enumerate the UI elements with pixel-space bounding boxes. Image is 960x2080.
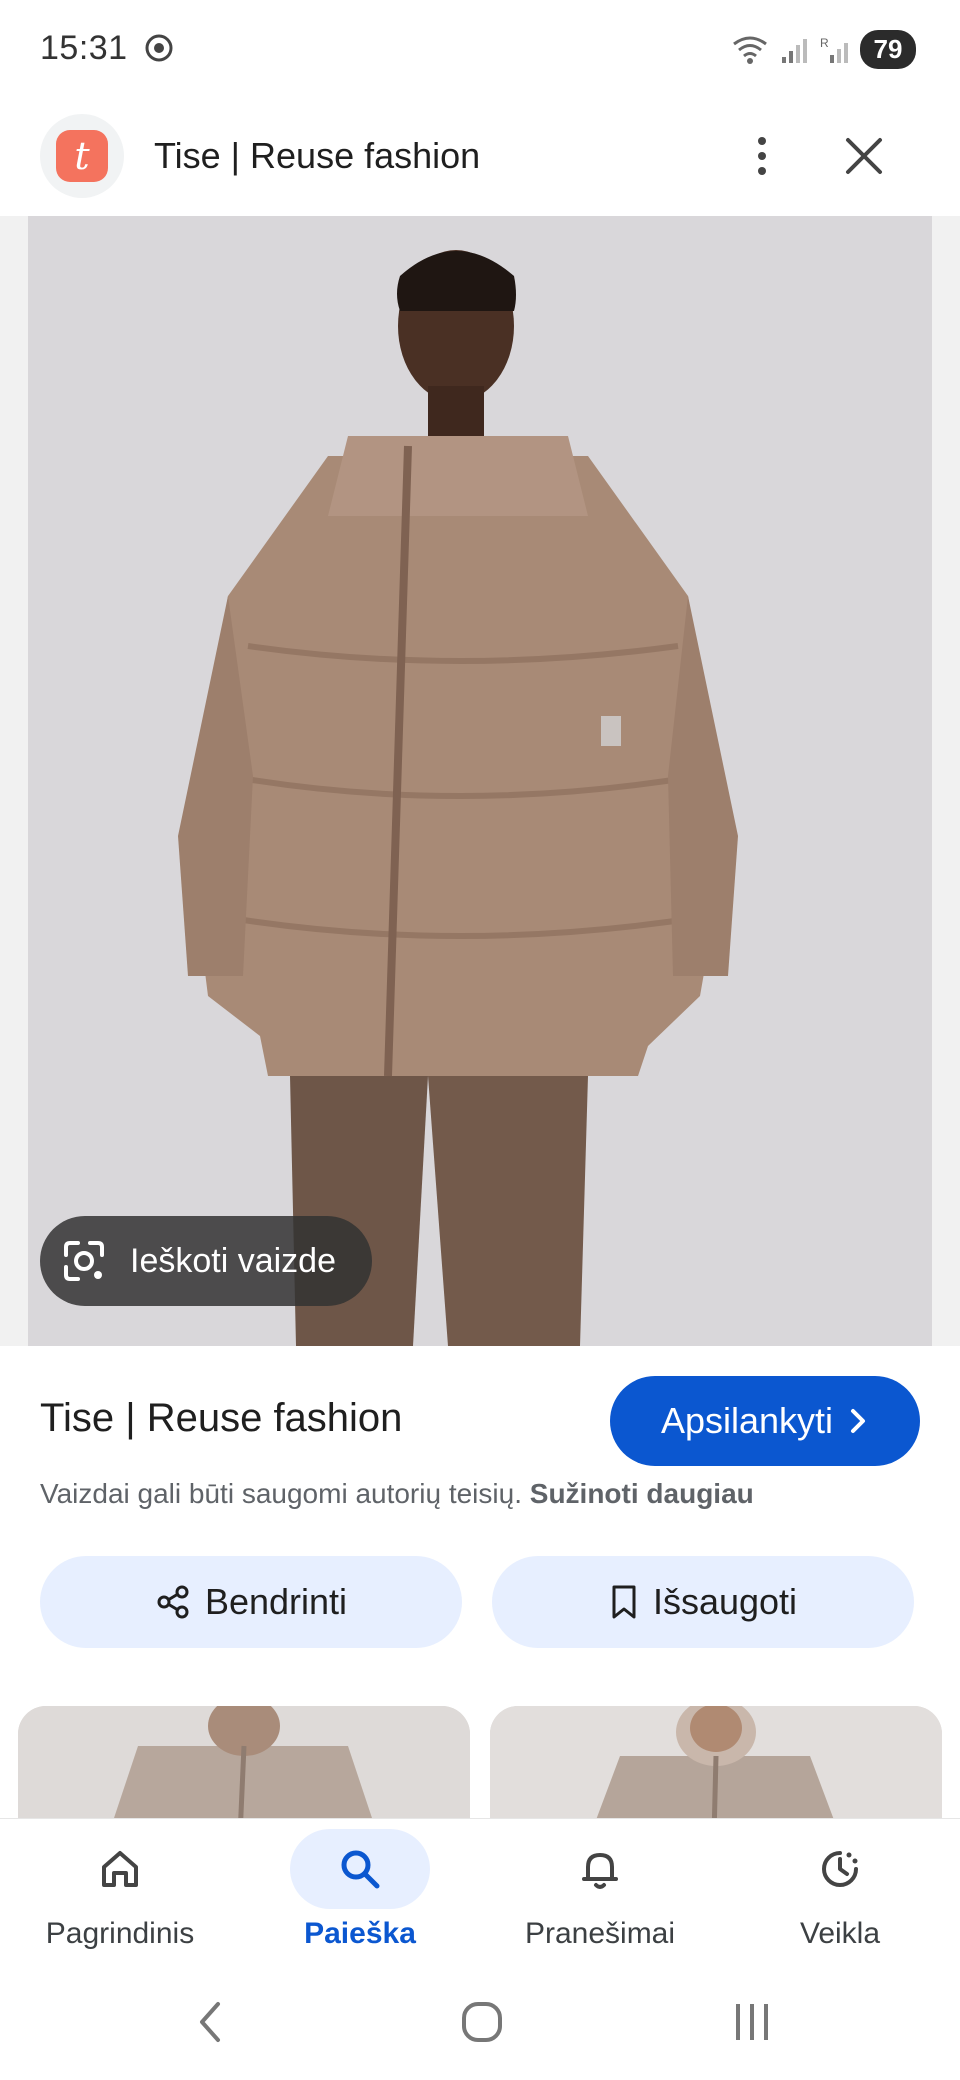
share-button[interactable]: Bendrinti [40,1556,462,1648]
search-in-image-label: Ieškoti vaizde [130,1241,336,1280]
status-time: 15:31 [40,28,128,67]
related-jacket-photo [490,1706,942,1836]
bottom-navigation: Pagrindinis Paieška Pranešimai Veikla [0,1818,960,1968]
image-info-panel: Tise | Reuse fashion Apsilankyti Vaizdai… [0,1346,960,1836]
search-icon [341,1850,380,1889]
status-icons: R 79 [730,30,916,69]
nav-label-home: Pagrindinis [45,1917,195,1950]
share-button-label: Bendrinti [204,1581,348,1622]
home-icon [102,1851,138,1887]
google-lens-icon [64,1241,104,1281]
copyright-notice: Vaizdai gali būti saugomi autorių teisių… [40,1478,754,1510]
close-icon[interactable] [834,126,894,186]
save-button-label: Išsaugoti [652,1581,798,1622]
status-bar: 15:31 R 79 [0,0,960,96]
site-logo[interactable]: t [40,114,124,198]
bookmark-icon [612,1585,636,1619]
nav-item-home[interactable]: Pagrindinis [20,1829,220,1969]
battery-icon: 79 [860,30,916,69]
copyright-text: Vaizdai gali būti saugomi autorių teisių… [40,1478,522,1509]
signal-roaming-icon: R [820,36,848,63]
system-navigation-bar [0,1968,960,2080]
signal-icon [782,38,807,63]
visit-button[interactable]: Apsilankyti [610,1376,920,1466]
activity-icon [822,1851,858,1887]
wifi-icon [733,36,767,64]
save-button[interactable]: Išsaugoti [492,1556,914,1648]
nav-label-activity: Veikla [799,1917,881,1950]
share-icon [157,1585,189,1619]
related-jacket-photo [18,1706,470,1836]
back-icon[interactable] [182,1992,242,2052]
more-vert-icon[interactable] [742,126,782,186]
nav-label-search: Paieška [304,1917,416,1950]
source-title: Tise | Reuse fashion [40,1396,403,1440]
nav-item-activity[interactable]: Veikla [740,1829,940,1969]
header-title: Tise | Reuse fashion [154,135,481,176]
related-image[interactable] [18,1706,470,1836]
chevron-right-icon [851,1409,866,1433]
product-photo[interactable] [28,216,932,1346]
puffer-jacket-photo [28,216,932,1346]
chrome-icon [145,34,173,62]
page-header: t Tise | Reuse fashion [0,96,960,216]
search-in-image-button[interactable]: Ieškoti vaizde [40,1216,372,1306]
home-button-icon[interactable] [452,1992,512,2052]
visit-button-label: Apsilankyti [660,1400,834,1441]
related-image[interactable] [490,1706,942,1836]
bell-icon [582,1853,618,1889]
learn-more-link[interactable]: Sužinoti daugiau [530,1478,754,1509]
recents-icon[interactable] [722,1992,782,2052]
nav-item-search[interactable]: Paieška [260,1829,460,1969]
nav-item-notifications[interactable]: Pranešimai [500,1829,700,1969]
svg-text:R: R [820,36,829,50]
tise-logo-icon: t [56,130,108,182]
nav-label-notifications: Pranešimai [524,1917,676,1950]
image-viewer: Ieškoti vaizde [0,216,960,1346]
